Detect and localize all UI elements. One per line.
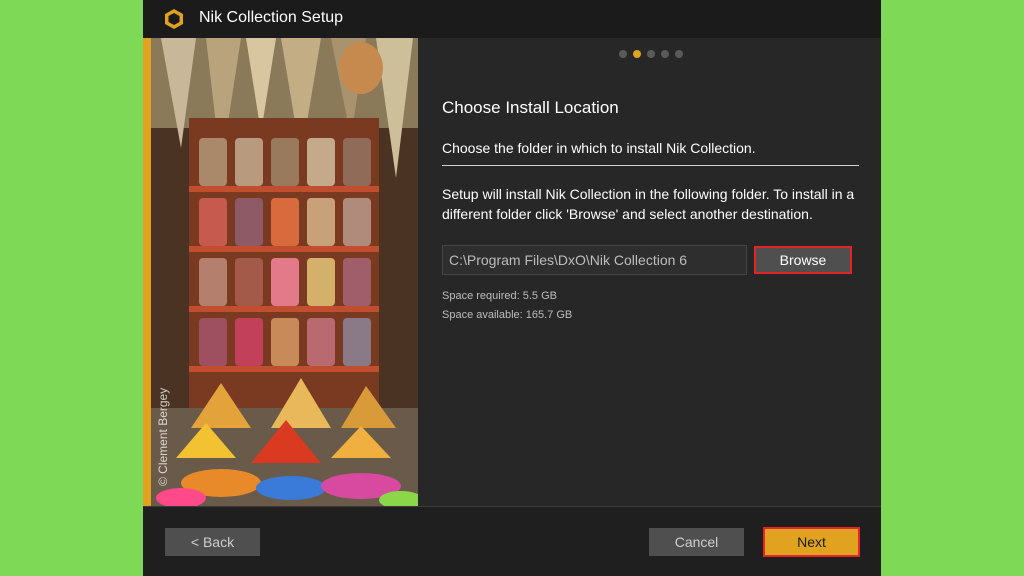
footer-bar: < Back Cancel Next [143, 506, 881, 576]
step-dot [619, 50, 627, 58]
page-title: Choose Install Location [442, 98, 619, 117]
step-dot [675, 50, 683, 58]
space-required-text: Space required: 5.5 GB [442, 290, 557, 302]
photo-credit: © Clement Bergey [156, 387, 170, 486]
content-panel: Choose Install Location Choose the folde… [418, 38, 881, 506]
divider [442, 165, 859, 166]
step-dot [647, 50, 655, 58]
back-button[interactable]: < Back [165, 528, 260, 556]
title-bar: Nik Collection Setup [143, 0, 881, 38]
description-text: Setup will install Nik Collection in the… [442, 186, 855, 222]
accent-strip [143, 38, 151, 506]
space-available-text: Space available: 165.7 GB [442, 309, 573, 321]
side-image-panel: © Clement Bergey [143, 38, 418, 506]
install-path-input[interactable] [442, 245, 747, 275]
step-indicator [619, 50, 683, 58]
nik-collection-logo-icon [165, 9, 183, 29]
spice-market-photo [151, 38, 418, 506]
cancel-button[interactable]: Cancel [649, 528, 744, 556]
page-subtitle: Choose the folder in which to install Ni… [442, 140, 756, 156]
installer-window: Nik Collection Setup © Clement Bergey Ch… [143, 0, 881, 576]
step-dot [661, 50, 669, 58]
next-button[interactable]: Next [763, 527, 860, 557]
window-title: Nik Collection Setup [199, 9, 344, 26]
browse-button[interactable]: Browse [754, 246, 852, 274]
step-dot-active [633, 50, 641, 58]
